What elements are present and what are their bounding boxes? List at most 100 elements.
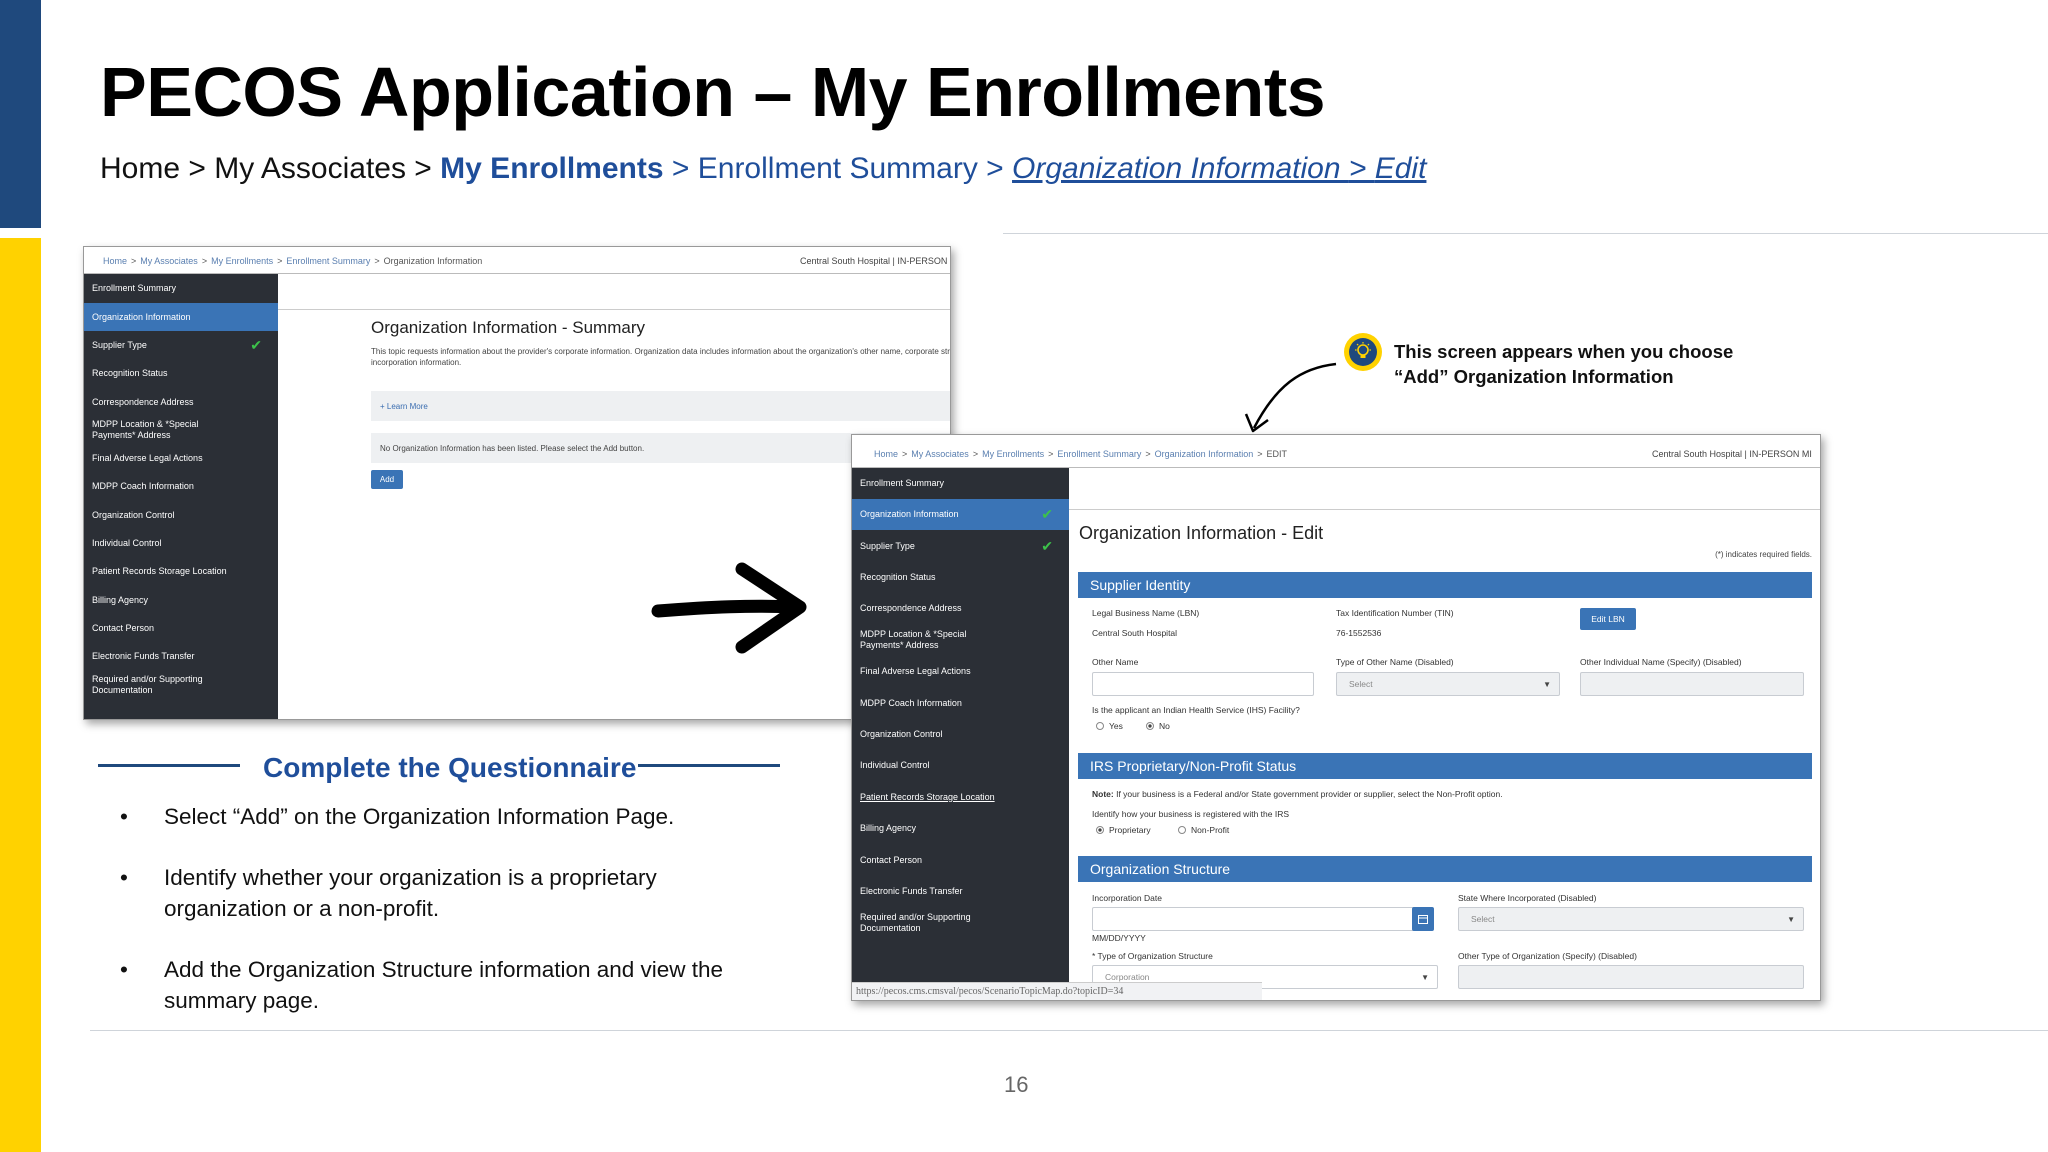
checkmark-icon: ✔ [1041, 506, 1053, 523]
nonprofit-radio[interactable]: Non-Profit [1178, 825, 1229, 835]
s1-breadcrumb: Home > My Associates > My Enrollments > Enroll… [103, 256, 482, 266]
sidebar-item[interactable]: Electronic Funds Transfer [852, 876, 1069, 907]
tin-value: 76-1552536 [1336, 628, 1382, 638]
sidebar-item[interactable]: MDPP Coach Information [84, 473, 278, 501]
sidebar-item[interactable]: Organization Information [84, 303, 278, 332]
sidebar-item[interactable]: Correspondence Address [852, 593, 1069, 624]
callout-curved-arrow-icon [1244, 362, 1337, 433]
sidebar-item[interactable]: Patient Records Storage Location [852, 782, 1069, 813]
s2-sidebar: Enrollment Summary Organization Informati… [852, 468, 1069, 1000]
sidebar-item[interactable]: Billing Agency [852, 813, 1069, 844]
crumb-link[interactable]: My Associates [911, 449, 969, 459]
sidebar-item[interactable]: Correspondence Address [84, 388, 278, 416]
sidebar-item-label: Correspondence Address [860, 603, 962, 614]
sidebar-item[interactable]: Final Adverse Legal Actions [852, 656, 1069, 687]
sidebar-item[interactable]: MDPP Location & *Special Payments* Addre… [84, 416, 278, 444]
sidebar-item-label: Patient Records Storage Location [860, 791, 995, 802]
s1-learn-more-link[interactable]: + Learn More [380, 402, 428, 411]
state-incorporated-select[interactable]: Select ▼ [1458, 907, 1804, 931]
sidebar-item-label: Individual Control [92, 538, 162, 549]
sidebar-item[interactable]: Required and/or Supporting Documentation [84, 671, 278, 699]
sidebar-item[interactable]: Final Adverse Legal Actions [84, 445, 278, 473]
irs-note-bold: Note: [1092, 789, 1114, 799]
sidebar-item[interactable]: Patient Records Storage Location [84, 558, 278, 586]
sidebar-item[interactable]: Supplier Type ✔ [84, 331, 278, 359]
sidebar-item-label: Correspondence Address [92, 396, 194, 407]
caret-down-icon: ▼ [1543, 679, 1551, 689]
ihs-no-radio[interactable]: No [1146, 721, 1170, 731]
sidebar-item[interactable]: Enrollment Summary [84, 274, 278, 303]
checkmark-icon: ✔ [250, 336, 262, 353]
radio-label: Yes [1109, 721, 1123, 731]
sidebar-item[interactable]: Recognition Status [84, 360, 278, 388]
s1-learn-more-box [371, 391, 950, 421]
sidebar-item-label: MDPP Coach Information [92, 481, 194, 492]
sidebar-item[interactable]: Recognition Status [852, 562, 1069, 593]
sidebar-item-label: Final Adverse Legal Actions [92, 453, 203, 464]
crumb-link[interactable]: Home [874, 449, 898, 459]
calendar-icon[interactable] [1412, 907, 1434, 931]
crumb-link[interactable]: My Enrollments [982, 449, 1044, 459]
s1-user-info: Central South Hospital | IN-PERSON MI [800, 256, 951, 266]
sidebar-item[interactable]: Contact Person [852, 844, 1069, 875]
sidebar-item[interactable]: Supplier Type ✔ [852, 530, 1069, 561]
crumb-link[interactable]: Enrollment Summary [286, 256, 370, 266]
crumb-org-info[interactable]: Organization Information [1012, 152, 1349, 185]
sidebar-item[interactable]: Electronic Funds Transfer [84, 643, 278, 671]
org-structure-header: Organization Structure [1078, 856, 1812, 882]
sidebar-item[interactable]: MDPP Location & *Special Payments* Addre… [852, 625, 1069, 656]
select-value: Select [1471, 914, 1495, 924]
sidebar-item-label: Organization Information [860, 509, 959, 520]
callout-line-1: This screen appears when you choose [1394, 341, 1734, 362]
crumb-associates: My Associates [214, 152, 406, 185]
incorporation-date-input[interactable] [1092, 907, 1416, 931]
s1-no-info-message: No Organization Information has been lis… [380, 444, 645, 453]
s1-page-title: Organization Information - Summary [371, 318, 645, 337]
sidebar-item[interactable]: Individual Control [852, 750, 1069, 781]
select-value: Corporation [1105, 972, 1150, 982]
crumb-link[interactable]: Organization Information [1155, 449, 1254, 459]
other-org-type-input[interactable] [1458, 965, 1804, 989]
radio-dot [1146, 722, 1154, 730]
crumb-link[interactable]: Home [103, 256, 127, 266]
crumb-link[interactable]: My Associates [140, 256, 198, 266]
sidebar-item-label: Billing Agency [860, 823, 917, 834]
sidebar-item[interactable]: Organization Control [852, 719, 1069, 750]
crumb-link[interactable]: Enrollment Summary [1057, 449, 1141, 459]
s1-sidebar: Enrollment Summary Organization Informati… [84, 274, 278, 719]
proprietary-radio[interactable]: Proprietary [1096, 825, 1151, 835]
date-format-hint: MM/DD/YYYY [1092, 933, 1146, 943]
edit-lbn-button[interactable]: Edit LBN [1580, 608, 1636, 630]
sidebar-item[interactable]: Organization Control [84, 501, 278, 529]
sidebar-item[interactable]: Contact Person [84, 614, 278, 642]
callout-text: This screen appears when you choose “Add… [1394, 339, 1733, 389]
sidebar-item[interactable]: Organization Information ✔ [852, 499, 1069, 531]
bullet-item: • Identify whether your organization is a… [120, 862, 744, 924]
sidebar-item[interactable]: Billing Agency [84, 586, 278, 614]
s1-add-button[interactable]: Add [371, 470, 403, 489]
incorporation-date-label: Incorporation Date [1092, 893, 1162, 903]
sidebar-item[interactable]: Enrollment Summary [852, 468, 1069, 499]
left-accent-bar-blue [0, 0, 41, 228]
sidebar-item[interactable]: Required and/or Supporting Documentation [852, 907, 1069, 938]
sidebar-item[interactable]: MDPP Coach Information [852, 687, 1069, 718]
sidebar-item-label: Patient Records Storage Location [92, 566, 227, 577]
sidebar-item[interactable]: Individual Control [84, 529, 278, 557]
crumb-link[interactable]: My Enrollments [211, 256, 273, 266]
type-other-name-select[interactable]: Select ▼ [1336, 672, 1560, 696]
crumb-sep: > [180, 152, 215, 185]
other-name-label: Other Name [1092, 657, 1139, 667]
bullet-text: Select “Add” on the Organization Informa… [164, 804, 675, 829]
crumb-current: EDIT [1266, 449, 1287, 459]
sidebar-item-label: Recognition Status [92, 368, 168, 379]
crumb-sep: > [405, 152, 441, 185]
crumb-edit[interactable]: Edit [1375, 152, 1427, 185]
page-number: 16 [1004, 1072, 1029, 1097]
ihs-yes-radio[interactable]: Yes [1096, 721, 1123, 731]
other-name-input[interactable] [1092, 672, 1314, 696]
footer-rule [90, 1030, 2048, 1031]
crumb-summary: Enrollment Summary [697, 152, 978, 185]
other-individual-input[interactable] [1580, 672, 1804, 696]
left-accent-bar-yellow [0, 238, 41, 1152]
lightbulb-icon [1344, 333, 1382, 371]
